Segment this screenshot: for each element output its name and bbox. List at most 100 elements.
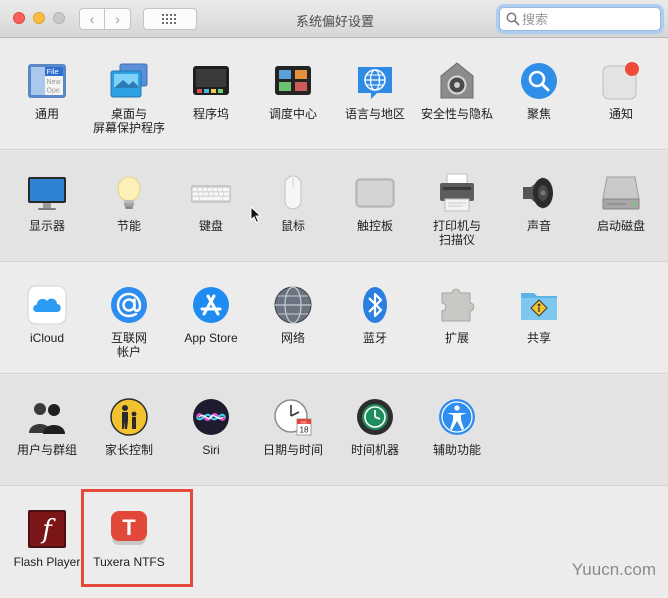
pref-label: Flash Player — [13, 555, 81, 569]
pref-bluetooth[interactable]: 蓝牙 — [335, 285, 415, 367]
desktop-screensaver-icon — [110, 63, 148, 98]
date-time-icon: JUL 18 — [274, 399, 312, 436]
pref-mouse[interactable]: 鼠标 — [253, 173, 333, 255]
pref-label: 共享 — [526, 331, 551, 345]
zoom-window-button[interactable] — [53, 12, 65, 24]
forward-button[interactable]: › — [105, 8, 131, 30]
highlight-annotation-box — [81, 489, 193, 587]
pref-network[interactable]: 网络 — [253, 285, 333, 367]
pref-label: 声音 — [526, 219, 551, 233]
pref-label: 日期与时间 — [262, 443, 323, 457]
pref-label: 鼠标 — [280, 219, 305, 233]
pref-label: 键盘 — [198, 219, 223, 233]
pref-dock[interactable]: 程序坞 — [171, 61, 251, 143]
icloud-icon — [27, 285, 67, 325]
mouse-cursor-icon — [250, 206, 262, 224]
pref-label: 通用 — [34, 107, 59, 121]
pref-mission-control[interactable]: 调度中心 — [253, 61, 333, 143]
internet-accounts-icon — [111, 287, 147, 323]
pref-users-groups[interactable]: 用户与群组 — [7, 397, 87, 479]
hardware-section: 显示器 节能 键盘 鼠标 触控板 打印机与 扫描仪 声音 启动磁盘 — [0, 151, 668, 262]
startup-disk-icon — [602, 176, 640, 210]
close-window-button[interactable] — [13, 12, 25, 24]
search-input[interactable] — [522, 10, 654, 28]
pref-energy-saver[interactable]: 节能 — [89, 173, 169, 255]
back-button[interactable]: ‹ — [79, 8, 105, 30]
pref-general[interactable]: File New Ope 通用 — [7, 61, 87, 143]
personal-section: File New Ope 通用 桌面与 屏幕保护程序 程序坞 调度中心 语言与地… — [0, 39, 668, 150]
general-icon-new-text: New — [47, 79, 62, 86]
dock-icon — [193, 66, 229, 95]
pref-label: 打印机与 扫描仪 — [432, 219, 481, 247]
printers-scanners-icon — [440, 173, 474, 212]
pref-app-store[interactable]: App Store — [171, 285, 251, 367]
pref-language-region[interactable]: 语言与地区 — [335, 61, 415, 143]
pref-spotlight[interactable]: 聚焦 — [499, 61, 579, 143]
displays-icon — [28, 177, 66, 210]
system-preferences-window: ‹ › 系统偏好设置 搜索 File New Ope 通用 桌面与 屏幕保护程序… — [0, 0, 668, 598]
pref-label: 辅助功能 — [432, 443, 481, 457]
mouse-icon — [284, 175, 302, 210]
spotlight-icon — [521, 63, 557, 99]
search-icon — [506, 12, 520, 26]
system-section: 用户与群组 家长控制 Siri JUL 18 日期与时间 时间机器 辅助功能 — [0, 375, 668, 486]
pref-label: 通知 — [608, 107, 633, 121]
security-privacy-icon — [440, 62, 474, 99]
time-machine-icon — [357, 399, 393, 435]
app-store-icon — [193, 287, 229, 323]
pref-extensions[interactable]: 扩展 — [417, 285, 497, 367]
general-icon-open-text: Ope — [47, 88, 60, 95]
flash-player-icon: f — [28, 510, 66, 548]
pref-keyboard[interactable]: 键盘 — [171, 173, 251, 255]
parental-controls-icon — [110, 398, 148, 436]
network-icon — [274, 286, 312, 324]
pref-icloud[interactable]: iCloud — [7, 285, 87, 367]
pref-sharing[interactable]: 共享 — [499, 285, 579, 367]
pref-desktop-screensaver[interactable]: 桌面与 屏幕保护程序 — [89, 61, 169, 143]
keyboard-icon — [191, 185, 231, 203]
sharing-icon — [521, 293, 557, 320]
toolbar: ‹ › 系统偏好设置 — [0, 0, 668, 38]
window-title: 系统偏好设置 — [295, 14, 374, 29]
chevron-right-icon: › — [115, 11, 120, 27]
pref-label: 蓝牙 — [362, 331, 387, 345]
general-icon: File New Ope — [28, 64, 66, 98]
pref-label: 安全性与隐私 — [420, 107, 493, 121]
chevron-left-icon: ‹ — [89, 11, 95, 27]
pref-displays[interactable]: 显示器 — [7, 173, 87, 255]
users-groups-icon — [29, 403, 65, 434]
pref-sound[interactable]: 声音 — [499, 173, 579, 255]
pref-label: 触控板 — [356, 219, 393, 233]
calendar-day-text: 18 — [300, 426, 309, 435]
search-field[interactable] — [499, 7, 661, 31]
energy-saver-icon — [117, 176, 141, 209]
sound-icon — [523, 177, 553, 209]
pref-parental-controls[interactable]: 家长控制 — [89, 397, 169, 479]
pref-printers-scanners[interactable]: 打印机与 扫描仪 — [417, 173, 497, 255]
pref-label: 桌面与 屏幕保护程序 — [92, 107, 165, 135]
pref-security-privacy[interactable]: 安全性与隐私 — [417, 61, 497, 143]
pref-label: 聚焦 — [526, 107, 551, 121]
mission-control-icon — [275, 66, 311, 95]
trackpad-icon — [355, 178, 395, 208]
pref-notifications[interactable]: 通知 — [581, 61, 661, 143]
watermark-text: Yuucn.com — [571, 560, 656, 579]
pref-label: App Store — [184, 331, 238, 345]
pref-time-machine[interactable]: 时间机器 — [335, 397, 415, 479]
pref-date-time[interactable]: JUL 18 日期与时间 — [253, 397, 333, 479]
pref-flash-player[interactable]: f Flash Player — [7, 509, 87, 591]
pref-accessibility[interactable]: 辅助功能 — [417, 397, 497, 479]
pref-label: 用户与群组 — [16, 443, 77, 457]
pref-label: 时间机器 — [350, 443, 399, 457]
pref-startup-disk[interactable]: 启动磁盘 — [581, 173, 661, 255]
pref-label: 调度中心 — [268, 107, 317, 121]
pref-trackpad[interactable]: 触控板 — [335, 173, 415, 255]
show-all-button[interactable] — [143, 8, 197, 30]
pref-label: 网络 — [280, 331, 305, 345]
minimize-window-button[interactable] — [33, 12, 45, 24]
extensions-icon — [441, 288, 475, 322]
pref-internet-accounts[interactable]: 互联网 帐户 — [89, 285, 169, 367]
pref-siri[interactable]: Siri — [171, 397, 251, 479]
pref-label: 扩展 — [444, 331, 469, 345]
internet-wireless-section: iCloud 互联网 帐户 App Store 网络 蓝牙 扩展 共享 — [0, 263, 668, 374]
